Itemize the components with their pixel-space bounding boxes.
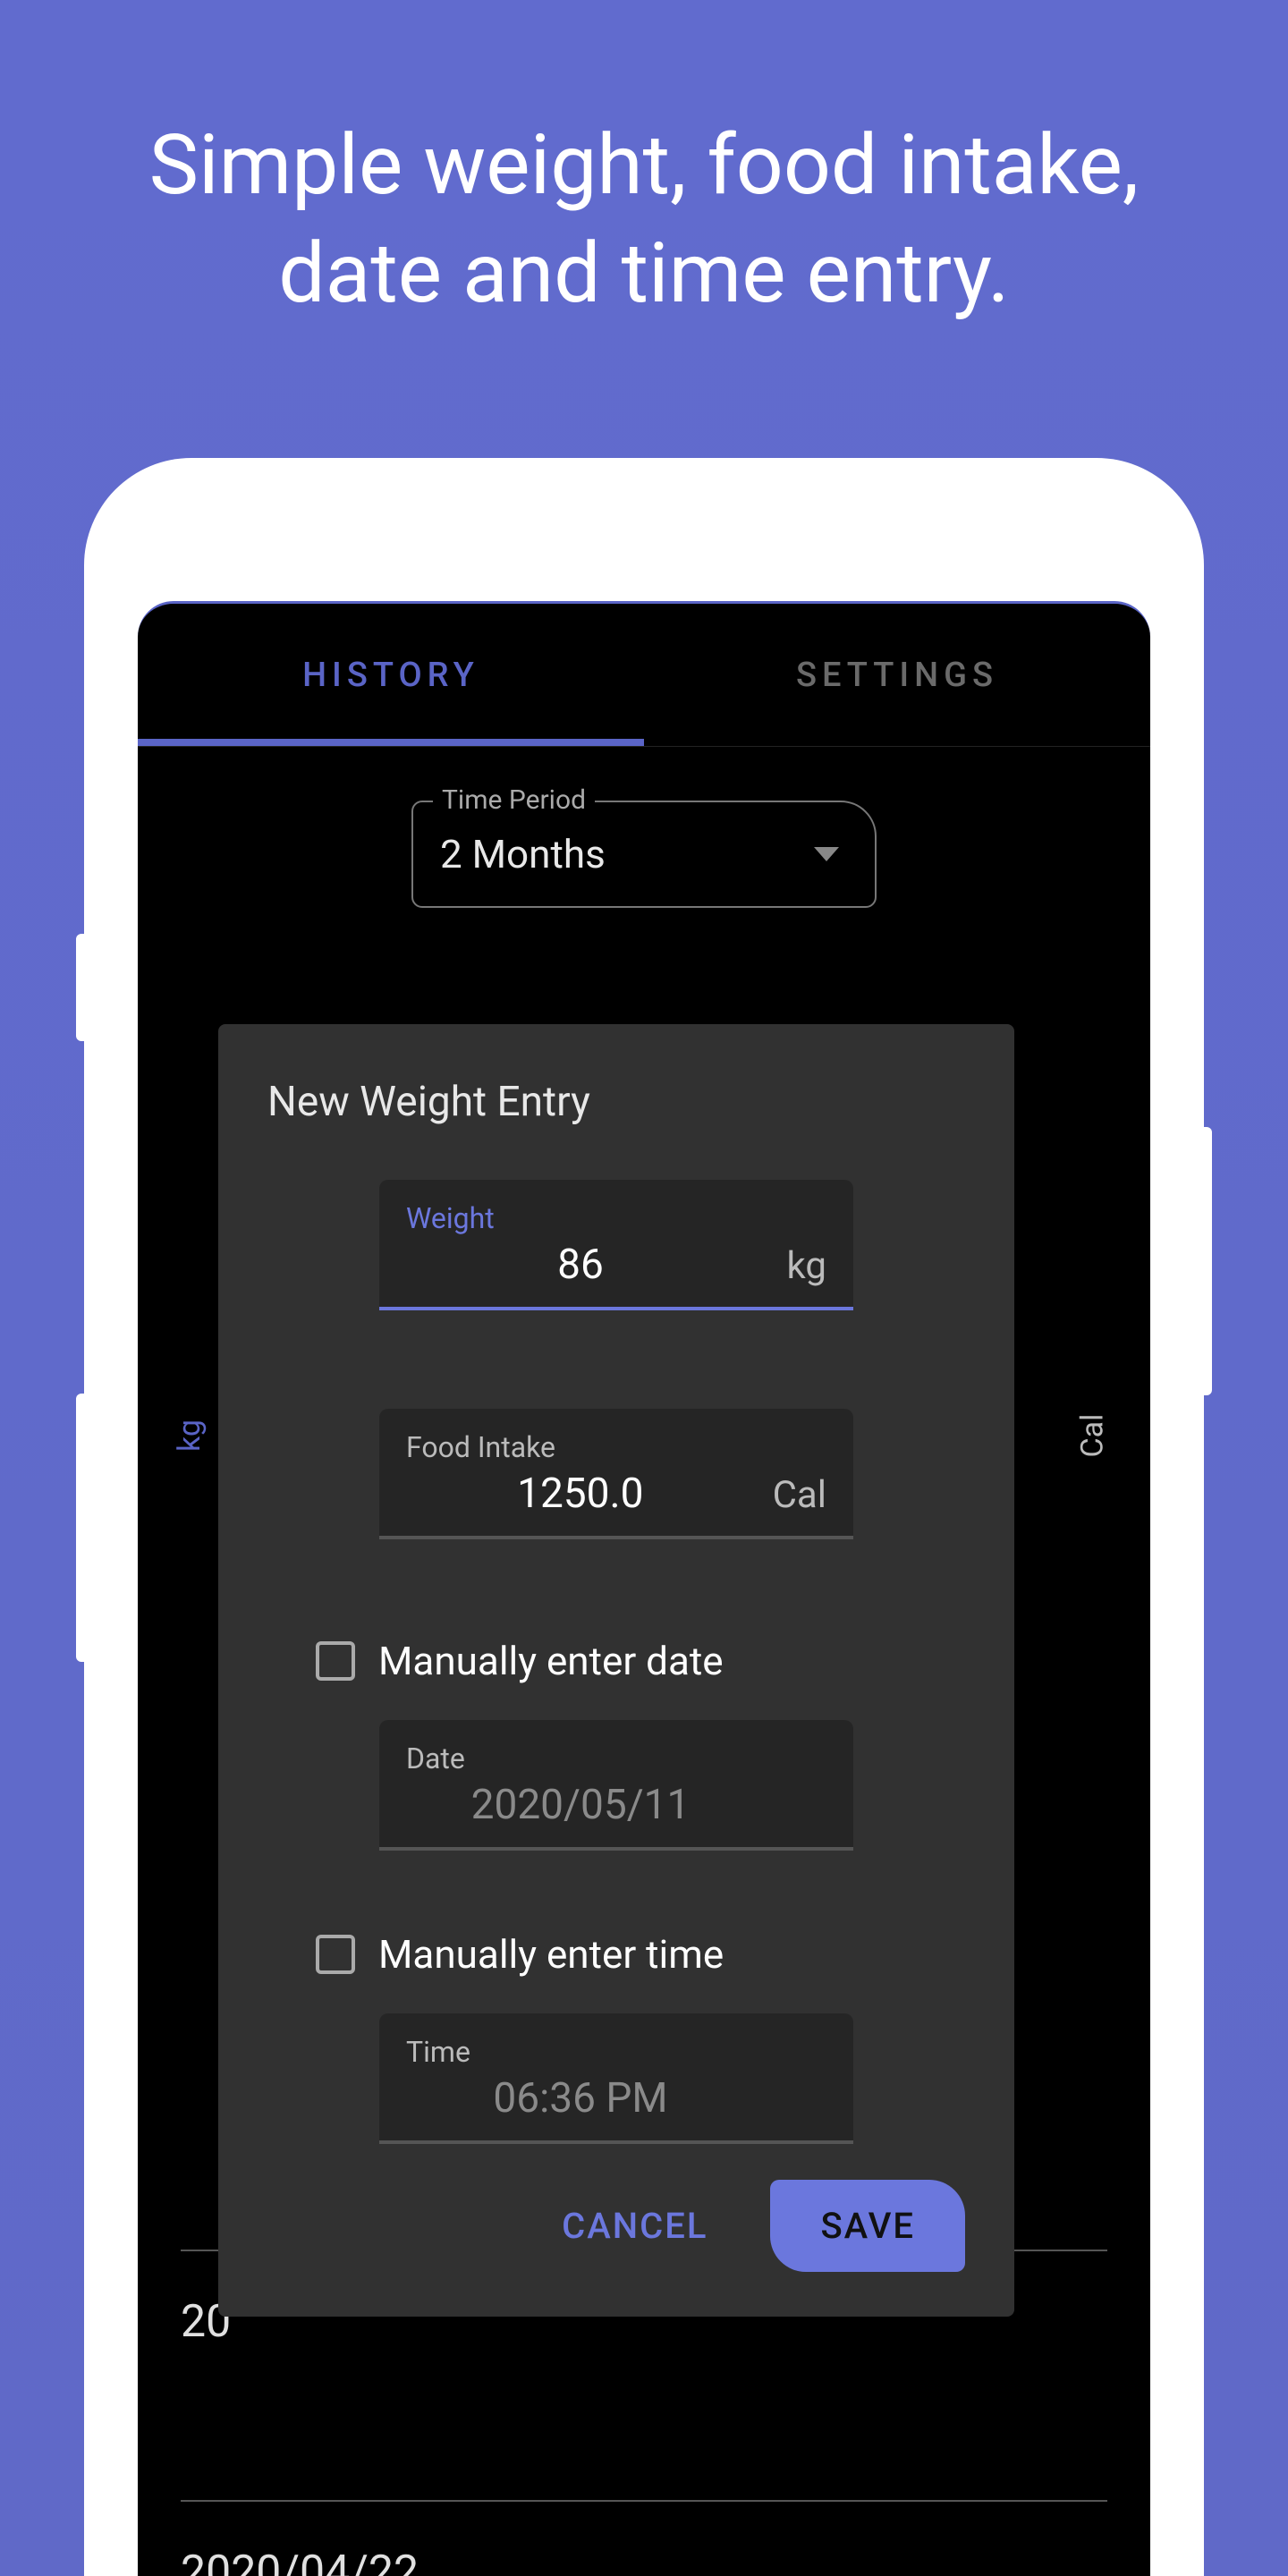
- new-weight-dialog: New Weight Entry Weight 86 kg Food Intak…: [218, 1024, 1014, 2317]
- field-underline: [379, 1847, 853, 1851]
- weight-unit: kg: [773, 1244, 826, 1288]
- cancel-button[interactable]: CANCEL: [535, 2187, 734, 2265]
- dialog-actions: CANCEL SAVE: [267, 2180, 965, 2272]
- food-unit: Cal: [773, 1473, 826, 1517]
- time-label: Time: [406, 2035, 826, 2069]
- checkbox-icon: [316, 1935, 355, 1974]
- weight-field[interactable]: Weight 86 kg: [379, 1180, 853, 1310]
- manual-time-checkbox-row[interactable]: Manually enter time: [316, 1931, 965, 1978]
- date-label: Date: [406, 1741, 826, 1775]
- date-field[interactable]: Date 2020/05/11: [379, 1720, 853, 1851]
- food-label: Food Intake: [406, 1430, 826, 1464]
- field-underline: [379, 1307, 853, 1310]
- food-value: 1250.0: [406, 1470, 755, 1518]
- phone-frame: HISTORY SETTINGS Time Period 2 Months kg…: [84, 458, 1204, 2576]
- dialog-title: New Weight Entry: [267, 1078, 965, 1126]
- weight-label: Weight: [406, 1201, 826, 1235]
- field-underline: [379, 2140, 853, 2144]
- manual-date-checkbox-row[interactable]: Manually enter date: [316, 1638, 965, 1684]
- promo-title: Simple weight, food intake, date and tim…: [0, 0, 1288, 328]
- checkbox-icon: [316, 1641, 355, 1681]
- food-intake-field[interactable]: Food Intake 1250.0 Cal: [379, 1409, 853, 1539]
- manual-time-label: Manually enter time: [378, 1931, 724, 1978]
- save-button[interactable]: SAVE: [770, 2180, 965, 2272]
- date-placeholder: 2020/05/11: [406, 1781, 755, 1829]
- weight-value: 86: [406, 1241, 755, 1289]
- time-field[interactable]: Time 06:36 PM: [379, 2013, 853, 2144]
- phone-screen: HISTORY SETTINGS Time Period 2 Months kg…: [138, 601, 1150, 2576]
- manual-date-label: Manually enter date: [378, 1638, 724, 1684]
- time-placeholder: 06:36 PM: [406, 2074, 755, 2123]
- field-underline: [379, 1536, 853, 1539]
